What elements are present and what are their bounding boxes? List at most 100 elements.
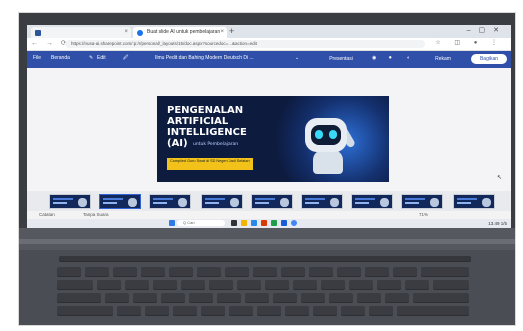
- zoom-level[interactable]: 71%: [419, 211, 428, 219]
- chrome-icon[interactable]: [291, 220, 297, 226]
- keyboard-key: [273, 293, 297, 302]
- main-slide[interactable]: PENGENALAN ARTIFICIAL INTELLIGENCE (AI) …: [157, 96, 389, 182]
- mode-label[interactable]: Tanpa Suara: [83, 211, 109, 219]
- present-button[interactable]: Presentasi: [319, 54, 363, 64]
- comment-icon[interactable]: ◉: [372, 55, 376, 61]
- laptop-photo: × Buat slide AI untuk pembelajaran × + –…: [18, 12, 516, 326]
- ppt-header: File Beranda ✎ Edit 🖉 Ilmu Pedit dan Bah…: [27, 51, 511, 68]
- system-tray[interactable]: 13.49 1/5: [488, 219, 507, 228]
- keyboard-key: [349, 280, 373, 289]
- keyboard-key: [421, 267, 469, 276]
- start-icon[interactable]: [169, 220, 175, 226]
- keyboard-key: [57, 306, 113, 315]
- slide-thumbnail[interactable]: [351, 194, 393, 209]
- taskbar-search[interactable]: Q Cari: [177, 220, 225, 226]
- mouse-cursor-icon: ↖: [497, 175, 503, 181]
- robot-eye-left: [315, 130, 323, 139]
- notes-button[interactable]: Catatan: [39, 211, 55, 219]
- keyboard-key: [85, 267, 109, 276]
- keyboard-key: [197, 267, 221, 276]
- keyboard-key: [173, 306, 197, 315]
- keyboard-key: [313, 306, 337, 315]
- browser-tab-active[interactable]: Buat slide AI untuk pembelajaran ×: [133, 27, 227, 38]
- keyboard-key: [245, 293, 269, 302]
- edit-menu-icon[interactable]: ✎: [89, 55, 93, 61]
- keyboard-key: [161, 293, 185, 302]
- keyboard-key: [189, 293, 213, 302]
- slide-title-line3: INTELLIGENCE: [167, 127, 247, 138]
- file-explorer-icon[interactable]: [241, 220, 247, 226]
- keyboard-key: [397, 306, 469, 315]
- slide-title-line2: ARTIFICIAL: [167, 116, 229, 127]
- keyboard-key: [377, 280, 401, 289]
- record-icon[interactable]: ⏺: [389, 55, 392, 61]
- photo-frame: × Buat slide AI untuk pembelajaran × + –…: [0, 0, 523, 331]
- catch-up-icon[interactable]: ◐: [407, 55, 410, 61]
- edge-icon[interactable]: [251, 220, 257, 226]
- task-view-icon[interactable]: [231, 220, 237, 226]
- edit-menu[interactable]: Edit: [97, 55, 106, 61]
- slide-thumbnail[interactable]: [49, 194, 91, 209]
- slide-thumbnail[interactable]: [401, 194, 443, 209]
- record-button[interactable]: Rekam: [423, 54, 463, 64]
- extension-icons[interactable]: ☆ ◫ ● ⋮: [435, 39, 503, 46]
- keyboard-key: [433, 280, 469, 289]
- keyboard-key: [105, 293, 129, 302]
- slide-canvas[interactable]: PENGENALAN ARTIFICIAL INTELLIGENCE (AI) …: [27, 68, 511, 191]
- slide-thumbnail[interactable]: [251, 194, 293, 209]
- home-menu[interactable]: Beranda: [51, 55, 70, 61]
- keyboard-key: [365, 267, 389, 276]
- window-controls[interactable]: –▢✕: [467, 26, 507, 34]
- slide-thumbnail[interactable]: [149, 194, 191, 209]
- keyboard-key: [201, 306, 225, 315]
- close-icon[interactable]: ×: [220, 27, 224, 38]
- slide-thumbnail[interactable]: [301, 194, 343, 209]
- keyboard-key: [117, 306, 141, 315]
- keyboard-key: [169, 267, 193, 276]
- keyboard-key: [281, 267, 305, 276]
- laptop-keyboard-deck: [19, 250, 515, 325]
- keyboard-key: [357, 293, 381, 302]
- url-field[interactable]: https://nusa-ai.sharepoint.com/:p:/r/per…: [65, 40, 425, 48]
- file-menu[interactable]: File: [33, 55, 41, 61]
- share-button[interactable]: Bagikan: [471, 54, 507, 64]
- app-icon: [35, 30, 41, 36]
- slide-thumbnail[interactable]: [201, 194, 243, 209]
- slide-thumbnail[interactable]: [453, 194, 495, 209]
- slide-thumbnail[interactable]: [99, 194, 141, 209]
- keyboard-key: [181, 280, 205, 289]
- keyboard-key: [329, 293, 353, 302]
- keyboard-key: [225, 267, 249, 276]
- keyboard-key: [405, 280, 429, 289]
- robot-body: [313, 150, 343, 174]
- keyboard-key: [309, 267, 333, 276]
- keyboard-key: [265, 280, 289, 289]
- keyboard-key: [257, 306, 281, 315]
- design-icon[interactable]: 🖉: [123, 55, 128, 63]
- tab-favicon-icon: [137, 30, 143, 36]
- new-tab-button[interactable]: +: [229, 26, 234, 36]
- keyboard-key: [125, 280, 149, 289]
- keyboard-key: [217, 293, 241, 302]
- slide-title-line4: (AI): [167, 138, 188, 149]
- keyboard-key: [321, 280, 345, 289]
- windows-taskbar: Q Cari 13.49 1/5: [27, 219, 511, 228]
- keyboard-key: [285, 306, 309, 315]
- excel-icon[interactable]: [271, 220, 277, 226]
- keyboard-key: [341, 306, 365, 315]
- keyboard-key: [97, 280, 121, 289]
- keyboard-key: [209, 280, 233, 289]
- keyboard-key: [57, 267, 81, 276]
- word-icon[interactable]: [281, 220, 287, 226]
- powerpoint-icon[interactable]: [261, 220, 267, 226]
- browser-tab-inactive[interactable]: ×: [31, 27, 131, 38]
- document-title[interactable]: Ilmu Pedit dan Bahing Modern Deutsch Di …: [155, 55, 254, 61]
- close-icon[interactable]: ×: [124, 27, 128, 38]
- function-key-row: [59, 256, 471, 261]
- browser-tab-bar: × Buat slide AI untuk pembelajaran × + –…: [27, 25, 511, 38]
- keyboard-key: [337, 267, 361, 276]
- laptop-hinge: [19, 239, 515, 244]
- dropdown-chevron-icon[interactable]: ⌄: [295, 55, 299, 61]
- slide-title-line1: PENGENALAN: [167, 105, 244, 116]
- nav-buttons[interactable]: ← → ⟳: [31, 39, 70, 47]
